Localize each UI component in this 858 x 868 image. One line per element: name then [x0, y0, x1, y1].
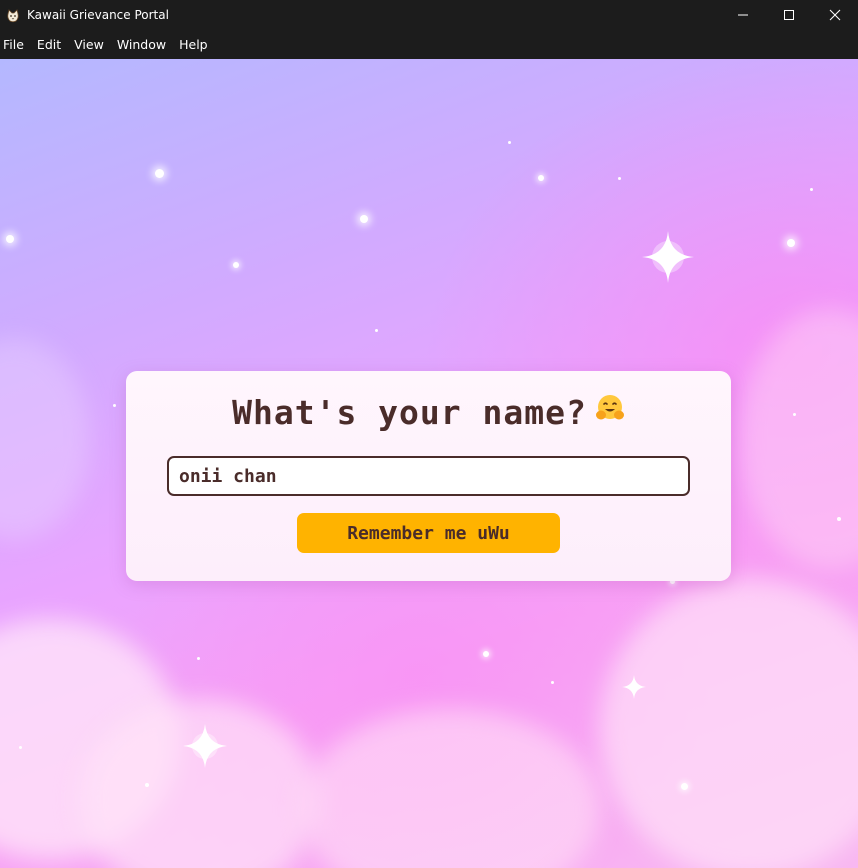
window-title: Kawaii Grievance Portal [27, 8, 169, 22]
heading-text: What's your name? [232, 393, 587, 432]
star-dot [360, 215, 368, 223]
minimize-button[interactable] [720, 0, 766, 30]
menu-view[interactable]: View [74, 37, 104, 52]
menu-edit[interactable]: Edit [37, 37, 61, 52]
star-dot [197, 657, 200, 660]
star-dot [483, 651, 489, 657]
star-dot [618, 177, 621, 180]
cat-face-icon [6, 8, 20, 23]
window-controls [720, 0, 858, 30]
star-dot [375, 329, 378, 332]
close-button[interactable] [812, 0, 858, 30]
background-cloud [300, 709, 600, 868]
menu-bar: File Edit View Window Help [0, 30, 858, 59]
background-cloud [600, 579, 858, 868]
menu-file[interactable]: File [3, 37, 24, 52]
star-dot [508, 141, 511, 144]
star-dot [155, 169, 164, 178]
menu-window[interactable]: Window [117, 37, 166, 52]
background-cloud [0, 339, 90, 539]
sparkle-icon [183, 724, 227, 768]
star-dot [19, 746, 22, 749]
menu-help[interactable]: Help [179, 37, 208, 52]
star-dot [810, 188, 813, 191]
title-bar: Kawaii Grievance Portal [0, 0, 858, 30]
maximize-icon [784, 10, 794, 20]
name-input[interactable] [167, 456, 690, 496]
star-dot [6, 235, 14, 243]
app-content: What's your name? Remember me uWu [0, 59, 858, 868]
star-dot [551, 681, 554, 684]
remember-me-button[interactable]: Remember me uWu [297, 513, 560, 553]
maximize-button[interactable] [766, 0, 812, 30]
star-dot [113, 404, 116, 407]
star-dot [787, 239, 795, 247]
star-dot [145, 783, 149, 787]
background-cloud [740, 309, 858, 569]
star-dot [538, 175, 544, 181]
star-dot [233, 262, 239, 268]
hugging-face-icon [595, 392, 625, 431]
minimize-icon [738, 14, 748, 16]
star-dot [681, 783, 688, 790]
sparkle-icon [642, 231, 694, 283]
sparkle-icon [622, 675, 646, 699]
star-dot [837, 517, 841, 521]
close-icon [829, 9, 841, 21]
name-card: What's your name? Remember me uWu [126, 371, 731, 581]
card-heading: What's your name? [126, 393, 731, 434]
star-dot [793, 413, 796, 416]
